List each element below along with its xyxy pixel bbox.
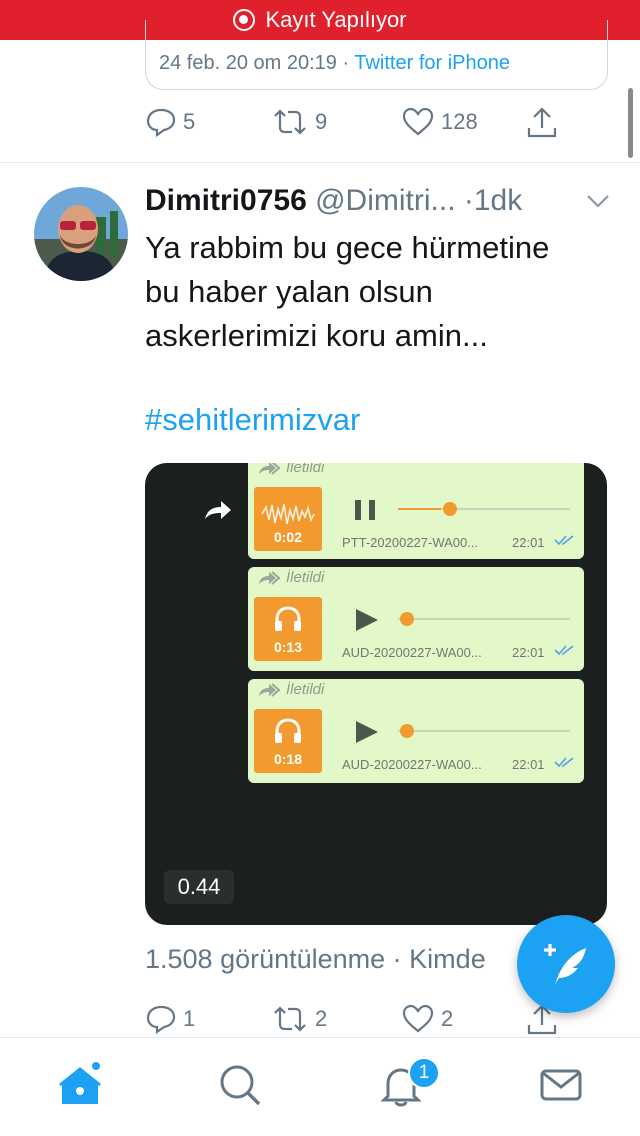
chevron-down-icon[interactable]: [586, 193, 610, 209]
reply-count: 5: [183, 109, 196, 134]
headphones-icon: [275, 606, 301, 631]
quoted-tweet-meta: 24 feb. 20 om 20:19 · Twitter for iPhone: [159, 52, 510, 75]
forward-arrow-icon: [205, 501, 231, 519]
voice-tile: 0:13: [254, 597, 322, 661]
voice-tile: 0:18: [254, 709, 322, 773]
like-count: 2: [441, 1006, 454, 1031]
retweet-button[interactable]: 2: [271, 1003, 327, 1035]
avatar[interactable]: [34, 187, 128, 281]
share-button[interactable]: [525, 106, 559, 140]
reply-button[interactable]: 1: [145, 1003, 195, 1035]
forwarded-label: İletildi: [258, 463, 324, 476]
headphones-icon: [275, 718, 301, 743]
heart-icon: [402, 1004, 434, 1033]
video-player[interactable]: İletildi 0:02 PTT-20200227-WA00... 22:01…: [145, 463, 607, 925]
quoted-tweet-date: 24 feb. 20 om 20:19: [159, 52, 337, 74]
quoted-tweet-actions: 5 9 128: [145, 106, 585, 146]
voice-progress-track[interactable]: [398, 724, 570, 738]
like-count: 128: [441, 109, 478, 134]
search-icon: [220, 1065, 261, 1106]
display-name[interactable]: Dimitri0756: [145, 184, 307, 217]
hashtag-link[interactable]: #sehitlerimizvar: [145, 402, 360, 438]
like-button[interactable]: 2: [401, 1003, 453, 1035]
tweet-text: Ya rabbim bu gece hürmetine bu haber yal…: [145, 226, 615, 358]
like-button[interactable]: 128: [401, 106, 478, 138]
video-duration-badge: 0.44: [164, 870, 234, 904]
file-name: PTT-20200227-WA00...: [342, 535, 479, 550]
voice-progress-knob[interactable]: [400, 612, 414, 626]
reply-icon: [146, 1005, 176, 1035]
scrollbar[interactable]: [628, 88, 633, 158]
tab-messages[interactable]: [538, 1062, 584, 1113]
forwarded-icon: [259, 570, 280, 585]
meta-separator: ·: [342, 52, 350, 74]
retweet-button[interactable]: 9: [271, 106, 327, 138]
handle: @Dimitri...: [315, 184, 456, 217]
notification-badge: 1: [408, 1057, 440, 1089]
reply-icon: [146, 108, 176, 138]
retweet-count: 2: [315, 1006, 328, 1031]
file-name: AUD-20200227-WA00...: [342, 757, 482, 772]
forwarded-icon: [259, 682, 280, 697]
tweet-text-line: askerlerimizi koru amin...: [145, 318, 488, 353]
tab-search[interactable]: [217, 1062, 263, 1113]
play-icon[interactable]: [352, 719, 380, 745]
tab-home[interactable]: [58, 1062, 104, 1113]
waveform-icon: [261, 503, 315, 525]
voice-message[interactable]: İletildi 0:18 AUD-20200227-WA00... 22:01: [248, 679, 584, 783]
forwarded-label: İletildi: [258, 681, 324, 698]
message-time: 22:01: [512, 757, 545, 772]
message-time: 22:01: [512, 535, 545, 550]
avatar-photo: [34, 187, 128, 281]
tweet-time: ·1dk: [463, 184, 523, 217]
tweet-text-line: Ya rabbim bu gece hürmetine: [145, 230, 550, 265]
voice-progress-knob[interactable]: [443, 502, 457, 516]
voice-progress-fill: [398, 508, 441, 510]
bottom-tab-bar: 1: [0, 1037, 640, 1136]
file-name: AUD-20200227-WA00...: [342, 645, 482, 660]
voice-progress-knob[interactable]: [400, 724, 414, 738]
tweet-text-line: bu haber yalan olsun: [145, 274, 433, 309]
play-icon[interactable]: [352, 607, 380, 633]
voice-duration: 0:02: [273, 529, 303, 545]
tweet-divider: [0, 162, 640, 163]
message-time: 22:01: [512, 645, 545, 660]
double-check-icon: [554, 757, 574, 768]
retweet-icon: [274, 1006, 306, 1032]
voice-tile: 0:02: [254, 487, 322, 551]
reply-count: 1: [183, 1006, 196, 1031]
forwarded-icon: [259, 463, 280, 475]
view-count[interactable]: 1.508 görüntülenme · Kimde: [145, 944, 486, 975]
heart-icon: [402, 107, 434, 136]
voice-progress-track[interactable]: [398, 612, 570, 626]
compose-feather-icon: [544, 944, 586, 986]
retweet-count: 9: [315, 109, 328, 134]
share-icon: [527, 107, 557, 138]
reply-button[interactable]: 5: [145, 106, 195, 138]
double-check-icon: [554, 645, 574, 656]
voice-duration: 0:18: [273, 751, 303, 767]
messages-icon: [540, 1069, 582, 1101]
double-check-icon: [554, 535, 574, 546]
voice-progress-track[interactable]: [398, 502, 570, 516]
compose-tweet-button[interactable]: [517, 915, 615, 1013]
voice-duration: 0:13: [273, 639, 303, 655]
forwarded-label: İletildi: [258, 569, 324, 586]
voice-message[interactable]: İletildi 0:13 AUD-20200227-WA00... 22:01: [248, 567, 584, 671]
pause-icon[interactable]: [352, 497, 380, 523]
home-icon: [59, 1062, 101, 1104]
tweet-header[interactable]: Dimitri0756 @Dimitri... ·1dk: [145, 184, 615, 224]
voice-message[interactable]: İletildi 0:02 PTT-20200227-WA00... 22:01: [248, 463, 584, 559]
quoted-tweet-source[interactable]: Twitter for iPhone: [354, 52, 510, 74]
retweet-icon: [274, 109, 306, 135]
